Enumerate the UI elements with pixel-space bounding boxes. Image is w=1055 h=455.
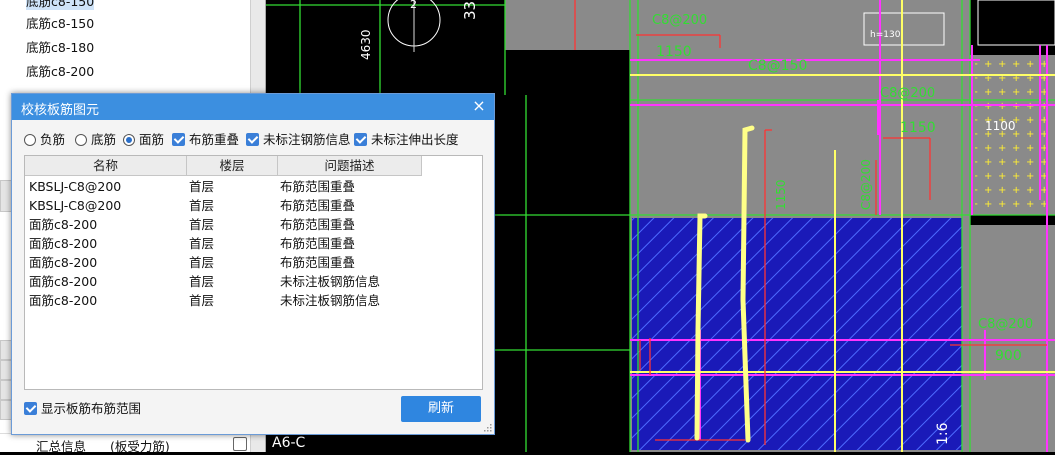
scale-text: 1:6	[935, 422, 951, 445]
rebar-spec-text: C8@200	[859, 159, 873, 210]
cell-floor: 首层	[189, 274, 215, 289]
rebar-spec-text: C8@200	[880, 86, 935, 101]
length-text: 1150	[774, 179, 788, 210]
table-row[interactable]: KBSLJ-C8@200 首层 布筋范围重叠	[25, 177, 482, 196]
checkbox-checked-icon[interactable]	[172, 133, 185, 146]
table-row[interactable]: 面筋c8-200 首层 未标注板钢筋信息	[25, 291, 482, 310]
length-text: 1100	[985, 119, 1016, 133]
length-text: 900	[995, 348, 1022, 364]
table-row[interactable]: 面筋c8-200 首层 布筋范围重叠	[25, 234, 482, 253]
check-overlap[interactable]: 布筋重叠	[172, 131, 239, 149]
radio-icon[interactable]	[75, 134, 87, 146]
radio-top-rebar[interactable]: 面筋	[123, 131, 164, 149]
checkbox-checked-icon[interactable]	[354, 133, 367, 146]
dotted-slab	[975, 60, 1055, 210]
radio-icon[interactable]	[24, 134, 36, 146]
column-header-issue[interactable]: 问题描述	[278, 156, 422, 176]
resize-grip-icon[interactable]	[483, 423, 492, 432]
list-item[interactable]: 底筋c8-150	[26, 0, 95, 10]
property-value[interactable]: (板受力筋)	[110, 436, 170, 455]
cell-floor: 首层	[189, 255, 215, 270]
radio-selected-icon[interactable]	[123, 134, 135, 146]
rebar-spec-text: C8@200	[978, 317, 1033, 332]
check-unlabeled-info[interactable]: 未标注钢筋信息	[246, 131, 351, 149]
cell-floor: 首层	[189, 236, 215, 251]
length-text: 1150	[900, 120, 936, 136]
table-row[interactable]: 面筋c8-200 首层 布筋范围重叠	[25, 215, 482, 234]
cell-floor: 首层	[189, 179, 215, 194]
cell-name: KBSLJ-C8@200	[29, 179, 122, 194]
cell-issue: 未标注板钢筋信息	[280, 293, 381, 308]
check-unlabeled-extension[interactable]: 未标注伸出长度	[354, 131, 459, 149]
check-rebar-dialog: 校核板筋图元 × 负筋 底筋 面筋 布筋重叠 未标注钢筋信息 未标注伸出长度 名…	[11, 93, 495, 435]
filter-bar: 负筋 底筋 面筋 布筋重叠 未标注钢筋信息 未标注伸出长度	[24, 131, 494, 149]
close-icon[interactable]: ×	[470, 97, 488, 115]
cell-issue: 布筋范围重叠	[280, 255, 356, 270]
cell-floor: 首层	[189, 217, 215, 232]
property-row: 汇总信息 (板受力筋)	[0, 433, 250, 455]
cell-issue: 未标注板钢筋信息	[280, 274, 381, 289]
rebar-spec-text: C8@200	[652, 13, 707, 28]
cell-issue: 布筋范围重叠	[280, 217, 356, 232]
cell-floor: 首层	[189, 198, 215, 213]
grid-axis-label: A6-C	[272, 435, 306, 451]
cell-issue: 布筋范围重叠	[280, 198, 356, 213]
cell-name: 面筋c8-200	[29, 274, 98, 289]
checkbox-checked-icon[interactable]	[24, 402, 37, 415]
rebar-range-hatch	[632, 218, 962, 450]
column-header-floor[interactable]: 楼层	[187, 156, 278, 176]
table-row[interactable]: 面筋c8-200 首层 未标注板钢筋信息	[25, 272, 482, 291]
show-range-label: 显示板筋布筋范围	[41, 401, 142, 416]
rebar-spec-text: C8@150	[748, 58, 807, 74]
list-item[interactable]: 底筋c8-200	[26, 64, 94, 80]
list-item[interactable]: 底筋c8-150	[26, 16, 94, 32]
cell-issue: 布筋范围重叠	[280, 236, 356, 251]
cell-issue: 布筋范围重叠	[280, 179, 356, 194]
table-row[interactable]: 面筋c8-200 首层 布筋范围重叠	[25, 253, 482, 272]
radio-bottom-rebar[interactable]: 底筋	[75, 131, 116, 149]
slab-thickness-text: h=130	[870, 30, 901, 40]
issue-table: 名称 楼层 问题描述 KBSLJ-C8@200 首层 布筋范围重叠 KBSLJ-…	[24, 155, 483, 390]
show-range-checkbox[interactable]: 显示板筋布筋范围	[24, 401, 141, 417]
cell-floor: 首层	[189, 293, 215, 308]
length-text: 1150	[656, 44, 692, 60]
rebar-list: 底筋c8-150 底筋c8-150 底筋c8-180 底筋c8-200	[0, 0, 250, 100]
cell-name: KBSLJ-C8@200	[29, 198, 122, 213]
axis-circle-label: 2	[410, 0, 417, 11]
property-checkbox[interactable]	[233, 437, 247, 451]
dialog-title: 校核板筋图元	[21, 103, 100, 118]
refresh-button[interactable]: 刷新	[401, 396, 481, 422]
list-item[interactable]: 底筋c8-180	[26, 40, 94, 56]
table-row[interactable]: KBSLJ-C8@200 首层 布筋范围重叠	[25, 196, 482, 215]
cell-name: 面筋c8-200	[29, 293, 98, 308]
dialog-title-bar[interactable]: 校核板筋图元 ×	[12, 94, 494, 120]
cell-name: 面筋c8-200	[29, 236, 98, 251]
radio-negative-rebar[interactable]: 负筋	[24, 131, 65, 149]
column-header-name[interactable]: 名称	[25, 156, 187, 176]
table-header: 名称 楼层 问题描述	[25, 156, 482, 176]
cell-name: 面筋c8-200	[29, 217, 98, 232]
dim-text: 3300	[461, 0, 479, 20]
property-name: 汇总信息	[36, 439, 87, 454]
checkbox-checked-icon[interactable]	[246, 133, 259, 146]
dim-text: 4630	[359, 29, 373, 60]
cell-name: 面筋c8-200	[29, 255, 98, 270]
